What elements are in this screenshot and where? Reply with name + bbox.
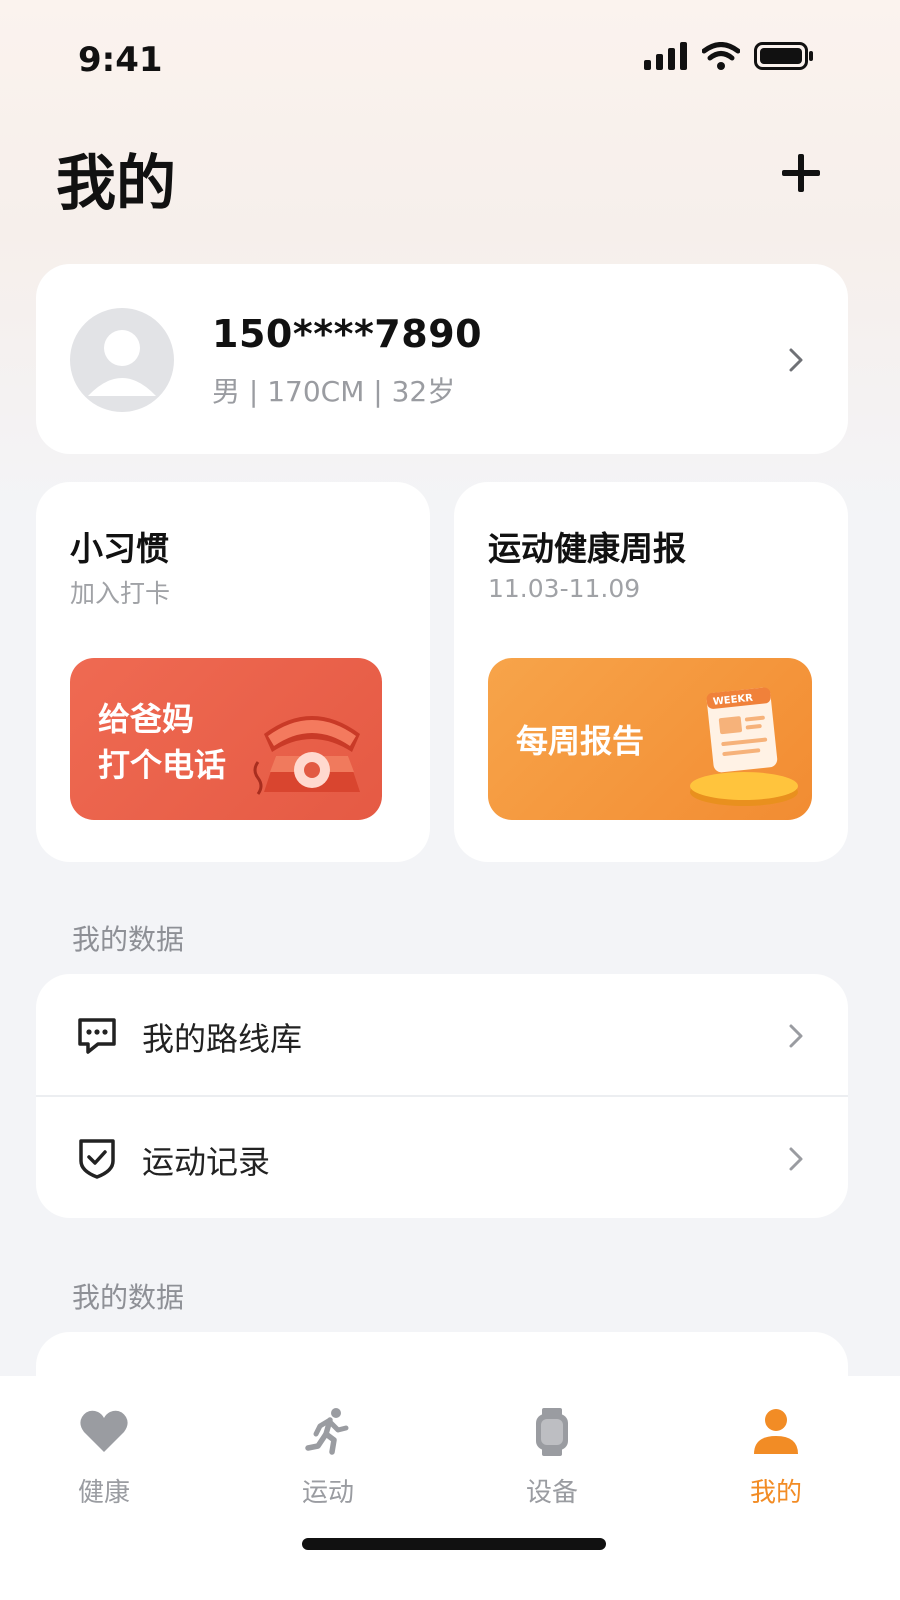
heart-icon bbox=[80, 1410, 128, 1452]
habit-card[interactable]: 小习惯 加入打卡 给爸妈 打个电话 bbox=[36, 482, 430, 862]
signal-icon bbox=[644, 42, 687, 70]
call-parents-text: 给爸妈 打个电话 bbox=[98, 696, 226, 788]
my-data-list: 我的路线库 运动记录 bbox=[36, 974, 848, 1218]
add-button[interactable] bbox=[780, 152, 822, 194]
weekly-report-banner[interactable]: 每周报告 WEEKR bbox=[488, 658, 812, 820]
habit-card-title: 小习惯 bbox=[70, 529, 169, 568]
tab-mine-label: 我的 bbox=[749, 1478, 802, 1508]
tab-health[interactable]: 健康 bbox=[34, 1400, 174, 1510]
route-library-label: 我的路线库 bbox=[142, 1020, 303, 1058]
status-time: 9:41 bbox=[78, 40, 163, 80]
section-label-my-data: 我的数据 bbox=[72, 923, 185, 956]
status-icons bbox=[644, 42, 814, 70]
call-parents-line2: 打个电话 bbox=[98, 746, 227, 784]
wifi-icon bbox=[702, 42, 740, 70]
weekly-report-card[interactable]: 运动健康周报 11.03-11.09 每周报告 WEEKR bbox=[454, 482, 848, 862]
chevron-right-icon bbox=[789, 348, 803, 372]
call-parents-line1: 给爸妈 bbox=[98, 700, 195, 738]
chevron-right-icon bbox=[789, 1024, 803, 1048]
weekly-card-subtitle: 11.03-11.09 bbox=[488, 574, 641, 603]
report-document-icon: WEEKR bbox=[690, 687, 798, 806]
exercise-records-label: 运动记录 bbox=[142, 1143, 271, 1181]
weekly-report-text: 每周报告 bbox=[516, 722, 645, 760]
page-title: 我的 bbox=[56, 149, 176, 219]
person-icon bbox=[754, 1409, 798, 1454]
watch-icon bbox=[536, 1408, 568, 1456]
shield-check-icon bbox=[79, 1139, 115, 1179]
battery-icon bbox=[754, 42, 813, 70]
tab-device-label: 设备 bbox=[525, 1478, 578, 1508]
running-icon bbox=[305, 1408, 349, 1455]
weekly-card-title: 运动健康周报 bbox=[488, 529, 686, 568]
avatar-placeholder-icon bbox=[88, 330, 156, 396]
avatar[interactable] bbox=[70, 308, 174, 412]
tab-device[interactable]: 设备 bbox=[482, 1400, 622, 1510]
status-bar: 9:41 bbox=[0, 0, 900, 120]
list-item-exercise-records[interactable]: 运动记录 bbox=[36, 1097, 848, 1218]
message-dots-icon bbox=[78, 1018, 116, 1054]
telephone-icon bbox=[253, 716, 360, 795]
tab-bar: 健康 运动 设备 我的 bbox=[0, 1376, 900, 1600]
tab-sport-label: 运动 bbox=[301, 1478, 354, 1508]
tab-health-label: 健康 bbox=[77, 1478, 130, 1508]
tab-sport[interactable]: 运动 bbox=[258, 1400, 398, 1510]
habit-card-subtitle: 加入打卡 bbox=[70, 579, 171, 608]
profile-phone: 150****7890 bbox=[212, 312, 483, 356]
list-item-route-library[interactable]: 我的路线库 bbox=[36, 974, 848, 1097]
home-indicator bbox=[302, 1538, 606, 1550]
section-label-my-data-2: 我的数据 bbox=[72, 1281, 185, 1314]
tab-mine[interactable]: 我的 bbox=[706, 1400, 846, 1510]
profile-card[interactable]: 150****7890 男 | 170CM | 32岁 bbox=[36, 264, 848, 454]
profile-meta: 男 | 170CM | 32岁 bbox=[212, 375, 456, 408]
chevron-right-icon bbox=[789, 1147, 803, 1171]
call-parents-banner[interactable]: 给爸妈 打个电话 bbox=[70, 658, 382, 820]
